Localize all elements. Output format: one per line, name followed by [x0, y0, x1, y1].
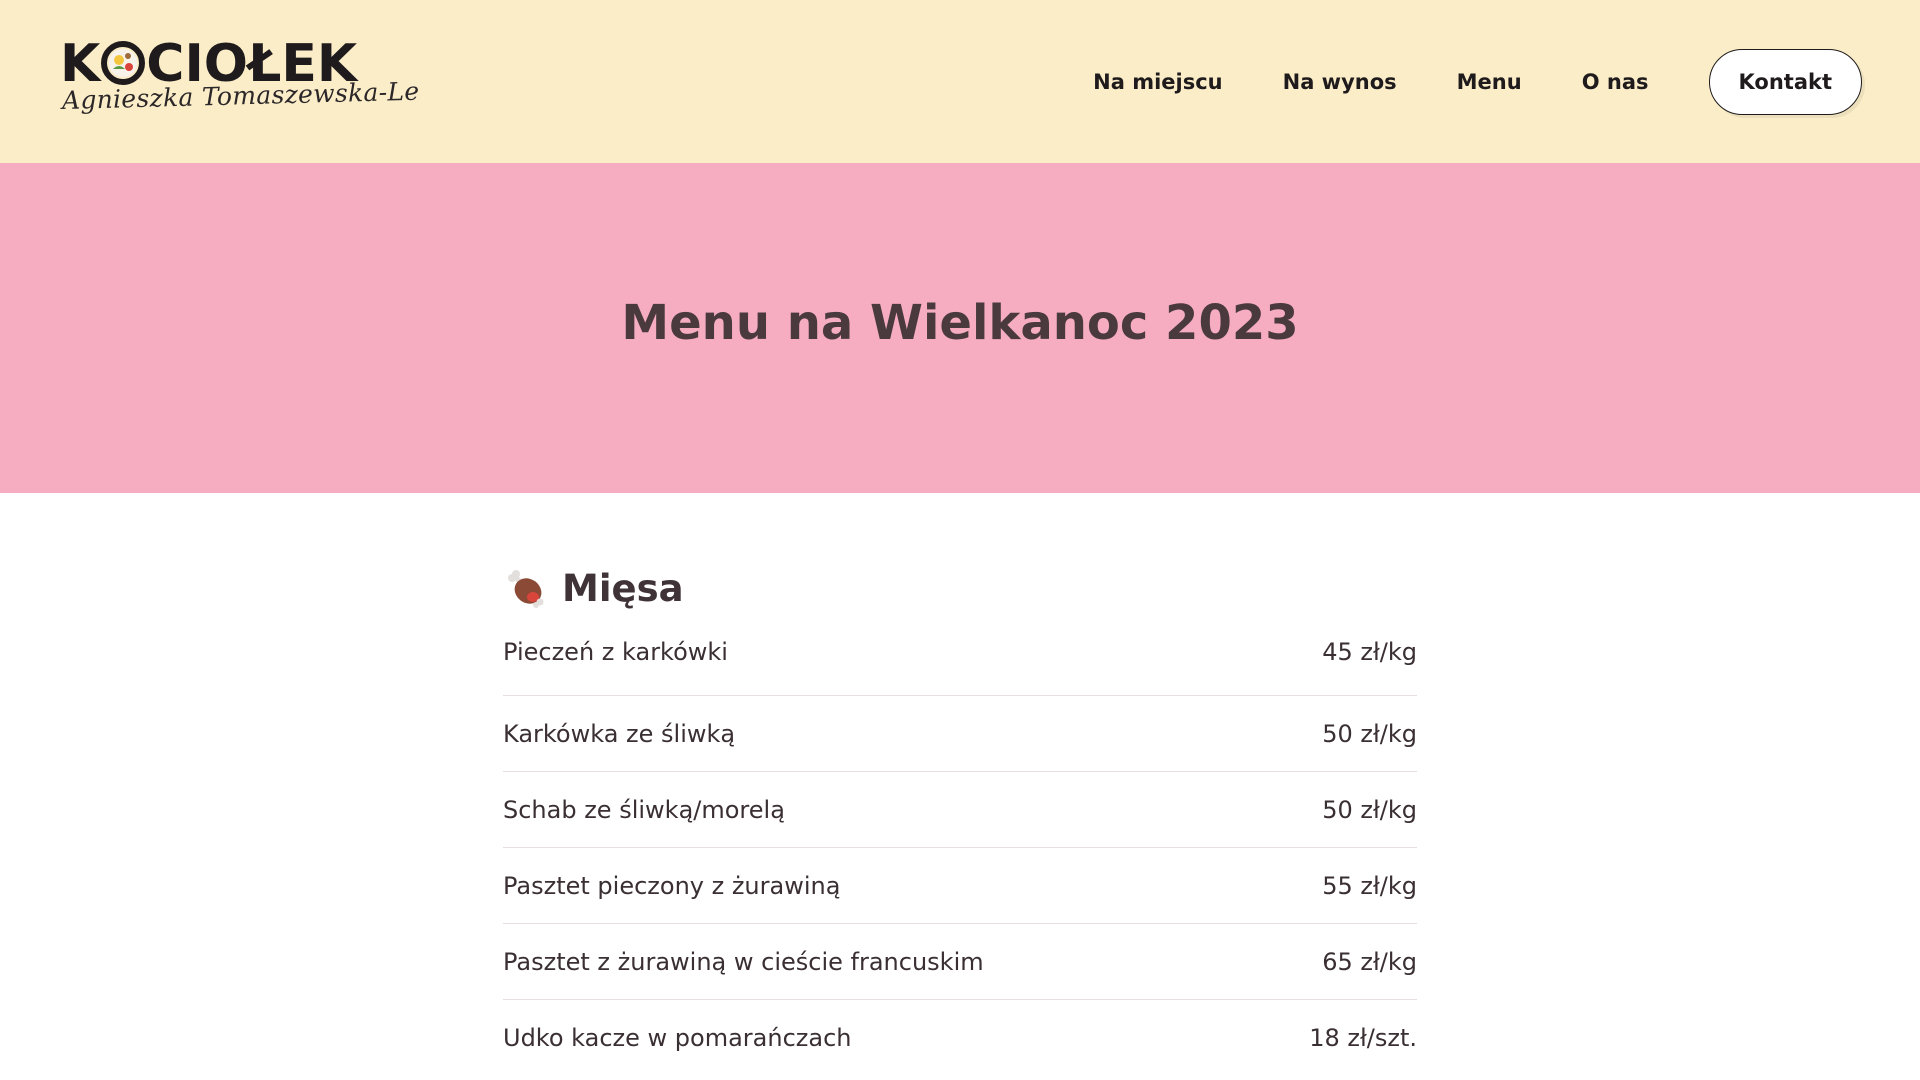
dish-price: 65 zł/kg	[1322, 947, 1417, 976]
main-nav: Na miejscu Na wynos Menu O nas Kontakt	[1093, 49, 1862, 115]
dish-price: 50 zł/kg	[1322, 719, 1417, 748]
menu-section-meats: Mięsa Pieczeń z karkówki 45 zł/kg Karków…	[503, 558, 1417, 1076]
dish-name: Udko kacze w pomarańczach	[503, 1024, 852, 1052]
dish-row: Pieczeń z karkówki 45 zł/kg	[503, 628, 1417, 696]
nav-link-na-miejscu[interactable]: Na miejscu	[1093, 70, 1222, 94]
meat-on-bone-icon	[508, 570, 544, 608]
dish-row: Karkówka ze śliwką 50 zł/kg	[503, 696, 1417, 772]
section-title: Mięsa	[562, 566, 684, 610]
dish-row: Pasztet z żurawiną w cieście francuskim …	[503, 924, 1417, 1000]
section-header: Mięsa	[503, 558, 1417, 618]
dish-row: Udko kacze w pomarańczach 18 zł/szt.	[503, 1000, 1417, 1076]
site-logo[interactable]: K CIOŁEK Agnieszka Tomaszewska-Le	[60, 34, 420, 126]
dish-name: Pieczeń z karkówki	[503, 638, 728, 666]
dish-price: 50 zł/kg	[1322, 795, 1417, 824]
page-title: Menu na Wielkanoc 2023	[621, 295, 1299, 351]
nav-link-o-nas[interactable]: O nas	[1582, 70, 1649, 94]
nav-link-menu[interactable]: Menu	[1457, 70, 1522, 94]
dish-price: 18 zł/szt.	[1309, 1024, 1417, 1052]
nav-link-na-wynos[interactable]: Na wynos	[1283, 70, 1397, 94]
site-header: K CIOŁEK Agnieszka Tomaszewska-Le Na mie…	[0, 0, 1920, 163]
dish-list: Pieczeń z karkówki 45 zł/kg Karkówka ze …	[503, 628, 1417, 1076]
dish-row: Schab ze śliwką/morelą 50 zł/kg	[503, 772, 1417, 848]
bowl-icon	[101, 41, 146, 85]
dish-name: Karkówka ze śliwką	[503, 719, 736, 748]
dish-name: Pasztet z żurawiną w cieście francuskim	[503, 947, 984, 976]
contact-button[interactable]: Kontakt	[1708, 49, 1862, 115]
dish-name: Pasztet pieczony z żurawiną	[503, 871, 841, 900]
dish-price: 55 zł/kg	[1322, 871, 1417, 900]
dish-price: 45 zł/kg	[1322, 638, 1417, 666]
dish-name: Schab ze śliwką/morelą	[503, 795, 785, 824]
dish-row: Pasztet pieczony z żurawiną 55 zł/kg	[503, 848, 1417, 924]
hero-banner: Menu na Wielkanoc 2023	[0, 163, 1920, 493]
